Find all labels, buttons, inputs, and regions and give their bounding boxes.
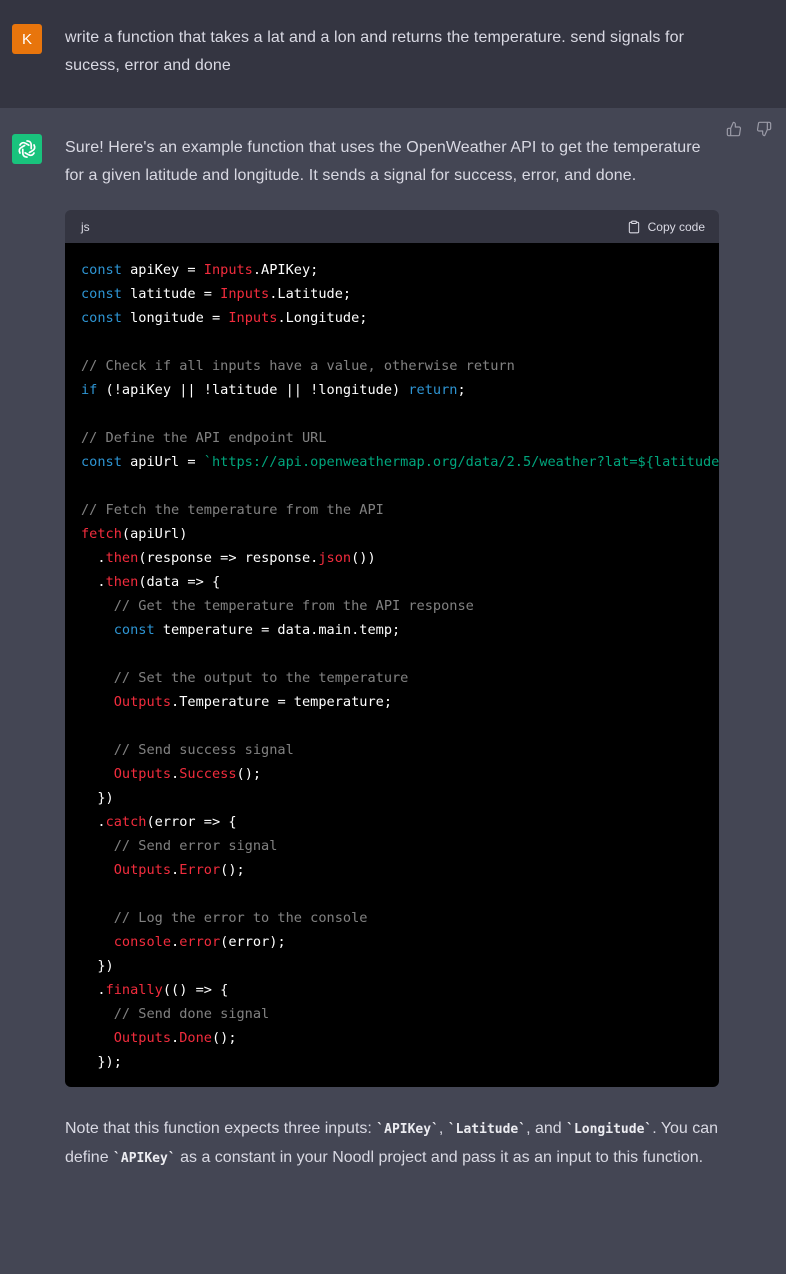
inline-code: `Longitude` xyxy=(566,1122,652,1137)
code-line: if (!apiKey || !latitude || !longitude) … xyxy=(81,378,719,402)
code-line: // Set the output to the temperature xyxy=(81,666,719,690)
code-language-label: js xyxy=(81,220,90,234)
thumbs-down-button[interactable] xyxy=(756,120,774,138)
code-block-header: js Copy code xyxy=(65,210,719,243)
code-line: .then(data => { xyxy=(81,570,719,594)
code-line: // Send done signal xyxy=(81,1002,719,1026)
code-line: Outputs.Temperature = temperature; xyxy=(81,690,719,714)
inline-code: `APIKey` xyxy=(113,1151,176,1166)
code-line: const apiUrl = `https://api.openweatherm… xyxy=(81,450,719,474)
code-line: // Send success signal xyxy=(81,738,719,762)
code-line: .finally(() => { xyxy=(81,978,719,1002)
note-text: Note that this function expects three in… xyxy=(65,1120,376,1137)
code-line: }); xyxy=(81,1050,719,1074)
code-line xyxy=(81,474,719,498)
note-paragraph: Note that this function expects three in… xyxy=(65,1115,719,1173)
code-line: const apiKey = Inputs.APIKey; xyxy=(81,258,719,282)
code-block: js Copy code const apiKey = Inputs.APIKe… xyxy=(65,210,719,1087)
openai-logo-icon xyxy=(16,138,38,160)
code-line: Outputs.Success(); xyxy=(81,762,719,786)
code-line: .catch(error => { xyxy=(81,810,719,834)
code-line: const latitude = Inputs.Latitude; xyxy=(81,282,719,306)
code-line: console.error(error); xyxy=(81,930,719,954)
assistant-message-row: Sure! Here's an example function that us… xyxy=(0,108,786,1274)
code-line xyxy=(81,330,719,354)
code-line: .then(response => response.json()) xyxy=(81,546,719,570)
code-line xyxy=(81,402,719,426)
user-message-row: K write a function that takes a lat and … xyxy=(0,0,786,108)
feedback-buttons xyxy=(726,120,774,138)
thumbs-up-button[interactable] xyxy=(726,120,744,138)
user-message-text: write a function that takes a lat and a … xyxy=(65,24,719,80)
code-line: }) xyxy=(81,954,719,978)
code-line: const temperature = data.main.temp; xyxy=(81,618,719,642)
clipboard-icon xyxy=(627,220,641,234)
code-line: // Log the error to the console xyxy=(81,906,719,930)
code-line: // Fetch the temperature from the API xyxy=(81,498,719,522)
assistant-intro-text: Sure! Here's an example function that us… xyxy=(65,134,719,190)
code-line: Outputs.Error(); xyxy=(81,858,719,882)
copy-code-button[interactable]: Copy code xyxy=(627,220,705,234)
note-text: , and xyxy=(526,1120,566,1137)
code-line: const longitude = Inputs.Longitude; xyxy=(81,306,719,330)
inline-code: `APIKey` xyxy=(376,1122,439,1137)
copy-code-label: Copy code xyxy=(648,220,705,234)
code-line xyxy=(81,714,719,738)
user-avatar: K xyxy=(12,24,42,54)
code-line: }) xyxy=(81,786,719,810)
code-line xyxy=(81,882,719,906)
code-line: fetch(apiUrl) xyxy=(81,522,719,546)
code-line: // Check if all inputs have a value, oth… xyxy=(81,354,719,378)
code-line: // Get the temperature from the API resp… xyxy=(81,594,719,618)
user-avatar-letter: K xyxy=(22,31,32,48)
code-line: // Send error signal xyxy=(81,834,719,858)
note-text: , xyxy=(439,1120,448,1137)
code-content[interactable]: const apiKey = Inputs.APIKey;const latit… xyxy=(65,243,719,1087)
inline-code: `Latitude` xyxy=(448,1122,526,1137)
thumbs-down-icon xyxy=(756,121,772,137)
assistant-avatar xyxy=(12,134,42,164)
thumbs-up-icon xyxy=(726,121,742,137)
code-line: Outputs.Done(); xyxy=(81,1026,719,1050)
code-line: // Define the API endpoint URL xyxy=(81,426,719,450)
note-text: as a constant in your Noodl project and … xyxy=(176,1149,703,1166)
code-line xyxy=(81,642,719,666)
